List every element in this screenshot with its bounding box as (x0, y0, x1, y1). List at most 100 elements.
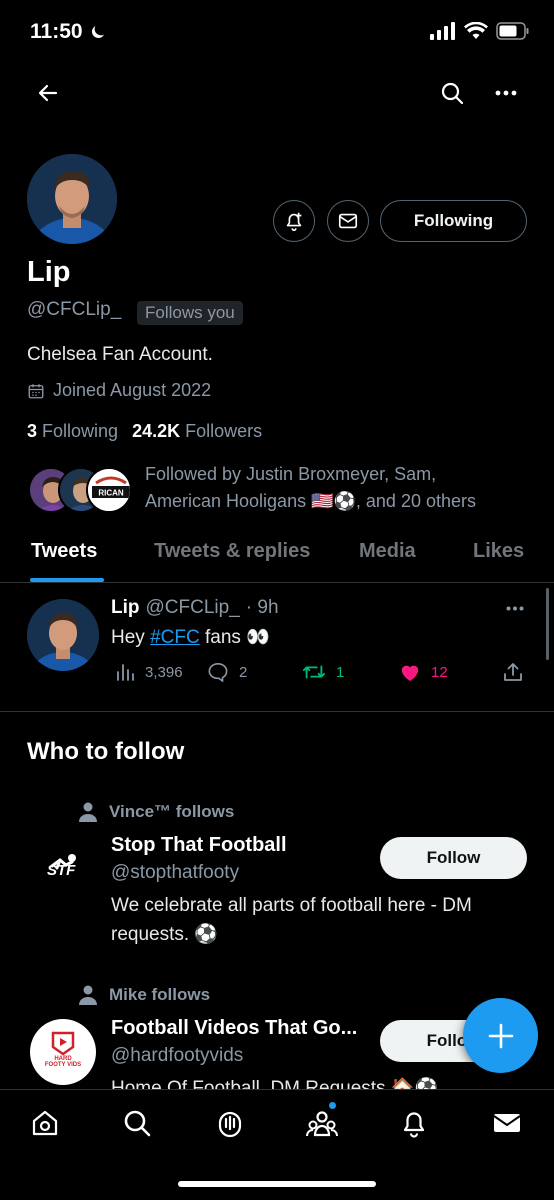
tweet-time: · 9h (245, 597, 279, 618)
wifi-icon (464, 22, 488, 40)
heart-icon (399, 662, 421, 682)
tweet-hashtag-link[interactable]: #CFC (150, 627, 200, 648)
tab-media[interactable]: Media (359, 540, 416, 563)
search-icon[interactable] (120, 1106, 154, 1140)
like-action[interactable]: 12 (399, 662, 448, 682)
social-context-text: Mike follows (109, 985, 211, 1004)
tweet-actions: 3,396 2 1 12 (111, 662, 531, 688)
moon-icon (89, 23, 107, 41)
stf-logo-text: STF (47, 862, 76, 879)
tweet-divider (0, 711, 554, 712)
profile-avatar[interactable] (27, 154, 117, 244)
profile-name: Lip (27, 256, 71, 288)
back-arrow-icon (36, 81, 60, 105)
followers-label: Followers (185, 421, 263, 441)
search-button[interactable] (430, 71, 474, 115)
messages-icon[interactable] (490, 1106, 524, 1140)
joined-date: Joined August 2022 (27, 380, 211, 401)
bell-plus-icon (283, 210, 305, 232)
follows-you-badge: Follows you (137, 301, 243, 325)
tab-likes[interactable]: Likes (473, 540, 524, 563)
social-context-text: Vince™ follows (109, 802, 235, 821)
tweet-more-button[interactable] (493, 586, 537, 630)
home-indicator[interactable] (178, 1181, 376, 1187)
suggestion-name[interactable]: Stop That Football (111, 834, 287, 857)
scrollbar[interactable] (546, 588, 549, 660)
stf-logo[interactable]: STF (30, 836, 96, 902)
suggestion-bio-line-1: Home Of Football. DM Requests 🏠⚽ (111, 1078, 439, 1089)
followed-by-avatars[interactable]: RICAN (28, 467, 132, 515)
status-bar-time: 11:50 (30, 20, 107, 44)
suggestion-bio-line-1: We celebrate all parts of football here … (111, 895, 472, 916)
followed-by-line-2: American Hooligans 🇺🇸⚽, and 20 others (145, 491, 476, 511)
retweet-action[interactable]: 1 (302, 662, 344, 682)
views-icon (115, 662, 135, 682)
tweet-author-handle: @CFCLip_ (145, 597, 240, 618)
following-stat[interactable]: 3 Following (27, 421, 118, 442)
envelope-icon (337, 210, 359, 232)
who-to-follow-title: Who to follow (27, 738, 185, 765)
tweet-header: Lip @CFCLip_ · 9h (111, 597, 279, 619)
svg-text:RICAN: RICAN (98, 489, 124, 498)
plus-icon (487, 1022, 515, 1050)
retweet-count: 1 (336, 663, 345, 681)
hardfootyvids-logo-text: HARD FOOTY VIDS (44, 1056, 82, 1068)
profile-stats: 3 Following 24.2K Followers (27, 421, 262, 442)
reply-action[interactable]: 2 (207, 662, 247, 682)
signal-icon (430, 22, 456, 40)
hardfootyvids-logo[interactable]: HARD FOOTY VIDS (30, 1019, 96, 1085)
retweet-icon (302, 662, 326, 682)
more-icon (495, 90, 517, 96)
calendar-icon (27, 382, 45, 400)
status-icons (430, 22, 530, 40)
communities-icon[interactable] (305, 1102, 339, 1140)
new-activity-dot (329, 1102, 336, 1109)
following-label: Following (42, 421, 119, 441)
reply-count: 2 (239, 663, 248, 681)
profile-tabs: Tweets Tweets & replies Media Likes (0, 530, 554, 583)
message-button[interactable] (327, 200, 369, 242)
home-icon[interactable] (28, 1106, 62, 1140)
tweet-text-after: fans 👀 (199, 627, 270, 648)
more-button[interactable] (484, 71, 528, 115)
followed-by-text[interactable]: Followed by Justin Broxmeyer, Sam, Ameri… (145, 461, 535, 515)
social-context: Vince™ follows (79, 802, 234, 822)
reply-icon (207, 662, 229, 682)
share-action[interactable] (503, 662, 523, 682)
follow-button[interactable]: Follow (380, 837, 527, 879)
followed-by-line-1: Followed by Justin Broxmeyer, Sam, (145, 464, 437, 484)
social-context: Mike follows (79, 985, 210, 1005)
suggestion-bio: We celebrate all parts of football here … (111, 891, 531, 949)
views-action[interactable]: 3,396 (115, 662, 183, 682)
more-icon (506, 606, 524, 611)
profile-bio: Chelsea Fan Account. (27, 344, 213, 365)
tweet-avatar[interactable] (27, 599, 99, 671)
suggestion-bio-line-2: requests. ⚽ (111, 924, 219, 945)
active-tab-indicator (30, 578, 104, 582)
following-button[interactable]: Following (380, 200, 527, 242)
suggestion-handle: @hardfootyvids (111, 1045, 244, 1066)
person-icon (79, 985, 97, 1005)
followers-stat[interactable]: 24.2K Followers (132, 421, 262, 442)
person-icon (79, 802, 97, 822)
tab-tweets-replies[interactable]: Tweets & replies (154, 540, 310, 563)
suggestion-bio: Home Of Football. DM Requests 🏠⚽ (111, 1074, 531, 1089)
notifications-icon[interactable] (397, 1106, 431, 1140)
spaces-icon[interactable] (213, 1106, 247, 1140)
followers-count: 24.2K (132, 421, 181, 441)
battery-icon (496, 22, 530, 40)
follower-avatar: RICAN (86, 467, 132, 513)
following-count: 3 (27, 421, 38, 441)
tab-tweets[interactable]: Tweets (31, 540, 97, 563)
share-icon (503, 662, 523, 682)
tweet-author-name[interactable]: Lip (111, 597, 140, 619)
notifications-subscribe-button[interactable] (273, 200, 315, 242)
status-time-text: 11:50 (30, 20, 83, 43)
compose-tweet-button[interactable] (463, 998, 538, 1073)
back-button[interactable] (26, 71, 70, 115)
tweet-text-before: Hey (111, 627, 151, 648)
tweet-text: Hey #CFC fans 👀 (111, 625, 270, 649)
suggestion-name[interactable]: Football Videos That Go... (111, 1017, 381, 1040)
profile-handle: @CFCLip_ (27, 299, 122, 320)
views-count: 3,396 (145, 663, 183, 681)
